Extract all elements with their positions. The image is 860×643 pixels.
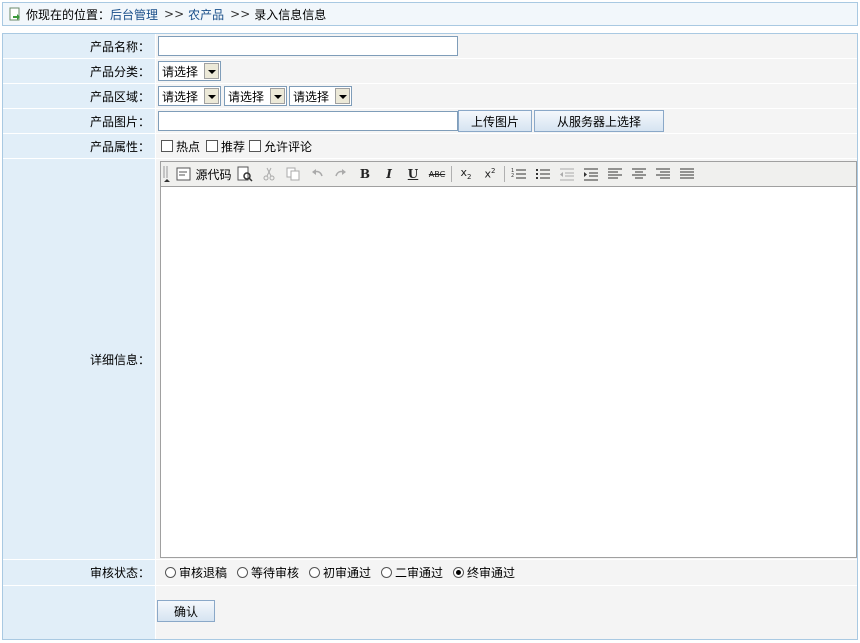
row-product-attributes: 产品属性： 热点 推荐 允许评论 bbox=[3, 134, 857, 159]
product-attributes-label: 产品属性： bbox=[3, 134, 155, 158]
audit-option-pending[interactable]: 等待审核 bbox=[237, 560, 299, 585]
copy-icon[interactable] bbox=[281, 164, 305, 184]
svg-text:2: 2 bbox=[511, 173, 514, 179]
superscript-icon[interactable]: x2 bbox=[478, 164, 502, 184]
align-right-icon[interactable] bbox=[651, 164, 675, 184]
location-icon bbox=[8, 7, 22, 21]
final-approved-label: 终审通过 bbox=[467, 566, 516, 580]
breadcrumb-separator: >> bbox=[230, 7, 251, 21]
redo-icon[interactable] bbox=[329, 164, 353, 184]
source-label: 源代码 bbox=[195, 167, 232, 182]
product-region-label: 产品区域： bbox=[3, 84, 155, 108]
audit-option-second[interactable]: 二审通过 bbox=[381, 560, 443, 585]
outdent-icon[interactable] bbox=[555, 164, 579, 184]
editor-content-area[interactable] bbox=[161, 187, 856, 557]
breadcrumb-prefix: 你现在的位置： bbox=[26, 7, 111, 22]
row-product-region: 产品区域： 请选择 请选择 请选择 bbox=[3, 84, 857, 109]
radio-second-approved[interactable] bbox=[381, 567, 392, 578]
row-audit-status: 审核状态： 审核退稿 等待审核 初审通过 二审通过 终审通过 bbox=[3, 560, 857, 586]
row-detail: 详细信息： 源代码 B I U ABC x2 x2 1 2 bbox=[3, 159, 857, 560]
audit-status-label: 审核状态： bbox=[3, 560, 155, 585]
product-name-label: 产品名称： bbox=[3, 34, 155, 58]
editor-toolbar: 源代码 B I U ABC x2 x2 12 bbox=[161, 162, 856, 187]
radio-pending[interactable] bbox=[237, 567, 248, 578]
audit-option-rejected[interactable]: 审核退稿 bbox=[165, 560, 227, 585]
undo-icon[interactable] bbox=[305, 164, 329, 184]
recommend-label: 推荐 bbox=[221, 139, 246, 154]
first-approved-label: 初审通过 bbox=[323, 566, 372, 580]
choose-from-server-button[interactable]: 从服务器上选择 bbox=[534, 110, 664, 132]
justify-icon[interactable] bbox=[675, 164, 699, 184]
subscript-icon[interactable]: x2 bbox=[454, 164, 478, 184]
breadcrumb-link-agri[interactable]: 农产品 bbox=[188, 6, 224, 23]
source-button[interactable]: 源代码 bbox=[175, 164, 233, 184]
attr-hot-option[interactable]: 热点 bbox=[161, 134, 200, 158]
rich-text-editor: 源代码 B I U ABC x2 x2 12 bbox=[160, 161, 857, 558]
audit-option-first[interactable]: 初审通过 bbox=[309, 560, 371, 585]
region-select-city[interactable]: 请选择 bbox=[224, 86, 287, 106]
cut-icon[interactable] bbox=[257, 164, 281, 184]
recommend-checkbox[interactable] bbox=[206, 140, 218, 152]
confirm-button[interactable]: 确认 bbox=[157, 600, 215, 622]
chevron-down-icon bbox=[204, 88, 219, 104]
breadcrumb-current: 录入信息信息 bbox=[254, 7, 327, 22]
chevron-down-icon bbox=[204, 63, 219, 79]
breadcrumb-separator: >> bbox=[164, 7, 185, 21]
bold-icon[interactable]: B bbox=[353, 164, 377, 184]
rejected-label: 审核退稿 bbox=[179, 566, 228, 580]
category-select[interactable]: 请选择 bbox=[158, 61, 221, 81]
preview-icon[interactable] bbox=[233, 164, 257, 184]
region-select-city-value: 请选择 bbox=[228, 89, 265, 104]
underline-icon[interactable]: U bbox=[401, 164, 425, 184]
hot-label: 热点 bbox=[176, 139, 201, 154]
breadcrumb-link-admin[interactable]: 后台管理 bbox=[110, 6, 158, 23]
breadcrumb: 你现在的位置： 后台管理 >> 农产品 >> 录入信息信息 bbox=[2, 2, 858, 26]
italic-icon[interactable]: I bbox=[377, 164, 401, 184]
attr-comment-option[interactable]: 允许评论 bbox=[249, 134, 312, 158]
hot-checkbox[interactable] bbox=[161, 140, 173, 152]
allow-comment-label: 允许评论 bbox=[264, 139, 313, 154]
chevron-down-icon bbox=[270, 88, 285, 104]
detail-label: 详细信息： bbox=[3, 159, 155, 559]
row-product-name: 产品名称： bbox=[3, 34, 857, 59]
source-icon bbox=[176, 167, 191, 181]
row-product-image: 产品图片： 上传图片 从服务器上选择 bbox=[3, 109, 857, 134]
region-select-province[interactable]: 请选择 bbox=[158, 86, 221, 106]
radio-first-approved[interactable] bbox=[309, 567, 320, 578]
product-image-input[interactable] bbox=[158, 111, 458, 131]
allow-comment-checkbox[interactable] bbox=[249, 140, 261, 152]
product-form: 产品名称： 产品分类： 请选择 产品区域： 请选择 请选择 请选择 产品图片： … bbox=[2, 33, 858, 640]
unordered-list-icon[interactable] bbox=[531, 164, 555, 184]
radio-rejected[interactable] bbox=[165, 567, 176, 578]
product-image-label: 产品图片： bbox=[3, 109, 155, 133]
product-category-label: 产品分类： bbox=[3, 59, 155, 83]
submit-row-label bbox=[3, 586, 155, 639]
category-select-value: 请选择 bbox=[162, 64, 199, 79]
toolbar-collapse-handle[interactable] bbox=[161, 164, 175, 184]
strikethrough-icon[interactable]: ABC bbox=[425, 164, 449, 184]
align-left-icon[interactable] bbox=[603, 164, 627, 184]
pending-label: 等待审核 bbox=[251, 566, 300, 580]
ordered-list-icon[interactable]: 12 bbox=[507, 164, 531, 184]
radio-final-approved[interactable] bbox=[453, 567, 464, 578]
region-select-county[interactable]: 请选择 bbox=[289, 86, 352, 106]
product-name-input[interactable] bbox=[158, 36, 458, 56]
upload-image-button[interactable]: 上传图片 bbox=[458, 110, 532, 132]
align-center-icon[interactable] bbox=[627, 164, 651, 184]
chevron-down-icon bbox=[335, 88, 350, 104]
region-select-province-value: 请选择 bbox=[162, 89, 199, 104]
attr-recommend-option[interactable]: 推荐 bbox=[206, 134, 245, 158]
row-submit: 确认 bbox=[3, 586, 857, 639]
second-approved-label: 二审通过 bbox=[395, 566, 444, 580]
indent-icon[interactable] bbox=[579, 164, 603, 184]
row-product-category: 产品分类： 请选择 bbox=[3, 59, 857, 84]
region-select-county-value: 请选择 bbox=[293, 89, 330, 104]
audit-option-final[interactable]: 终审通过 bbox=[453, 560, 515, 585]
